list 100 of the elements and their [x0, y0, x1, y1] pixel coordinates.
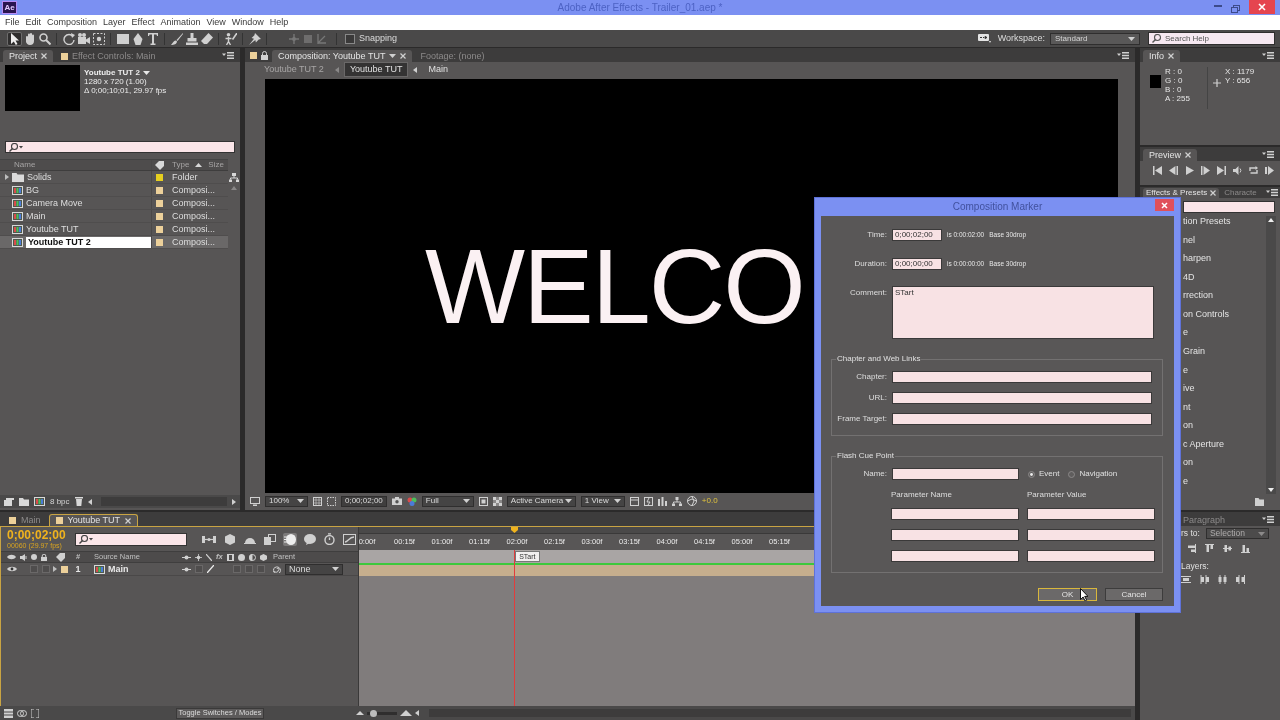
tool-button[interactable] [223, 31, 238, 46]
switch-box-icon[interactable] [245, 565, 253, 573]
panel-menu-icon[interactable] [222, 51, 234, 59]
timeline-switch-button[interactable] [342, 532, 357, 546]
timeline-switch-button[interactable] [263, 532, 277, 546]
keyboard-icon[interactable] [977, 34, 991, 43]
align-bottom-icon[interactable] [1241, 544, 1250, 553]
panel-menu-icon[interactable] [1266, 189, 1278, 196]
window-icon[interactable] [629, 496, 639, 506]
effect-category[interactable]: Grain [1183, 346, 1205, 356]
panel-tab[interactable]: Footage: (none) [414, 50, 491, 62]
close-icon[interactable] [1210, 190, 1217, 196]
breadcrumb[interactable]: Main [422, 62, 454, 77]
effect-category[interactable]: 4D [1183, 272, 1195, 282]
distribute-right-icon[interactable] [1236, 574, 1245, 584]
project-item[interactable]: BG Composi... [0, 184, 228, 197]
layer-row[interactable]: 1 Main None [1, 563, 358, 576]
timeline-switch-button[interactable] [201, 533, 217, 545]
breadcrumb[interactable]: Youtube TUT [343, 62, 409, 77]
search-field[interactable] [1183, 201, 1275, 213]
menu-item[interactable]: Edit [25, 18, 42, 27]
scroll-left-icon[interactable] [87, 498, 92, 505]
distribute-left-icon[interactable] [1200, 574, 1209, 584]
distribute-hcenter-icon[interactable] [1218, 574, 1227, 584]
column-header[interactable]: Size [208, 161, 224, 169]
tag-icon[interactable] [55, 552, 65, 562]
workspace-dropdown[interactable]: Standard [1050, 32, 1140, 45]
radio-icon[interactable] [1068, 470, 1076, 478]
radio-button[interactable]: Event [1028, 470, 1060, 478]
effect-category[interactable]: c Aperture [1183, 439, 1225, 449]
effect-category[interactable]: e [1183, 328, 1188, 338]
bar-play-icon[interactable] [1265, 166, 1274, 175]
panel-tab[interactable]: Effect Controls: Main [55, 50, 162, 62]
switch-box-icon[interactable] [233, 565, 241, 573]
play-icon[interactable] [1185, 166, 1194, 175]
overlapping-circles-icon[interactable] [17, 708, 27, 718]
panel-tab[interactable]: Effects & Presets [1143, 188, 1220, 198]
tool-button[interactable] [61, 31, 76, 46]
resolution-dropdown[interactable]: Full [421, 495, 474, 507]
column-header[interactable]: Name [14, 161, 36, 169]
panel-tab[interactable]: Preview [1143, 149, 1197, 161]
close-icon[interactable] [125, 517, 132, 524]
panel-tab[interactable]: Composition: Youtube TUT [272, 50, 413, 62]
menu-item[interactable]: Composition [47, 18, 98, 27]
hierarchy-icon[interactable] [671, 496, 682, 506]
skip-to-end-icon[interactable] [1217, 166, 1226, 175]
close-icon[interactable] [400, 53, 407, 59]
lock-icon[interactable] [41, 553, 47, 561]
exposure-value[interactable]: +0.0 [701, 497, 718, 505]
snapping-checkbox[interactable]: Snapping [345, 33, 398, 44]
panel-menu-icon[interactable] [1117, 51, 1129, 59]
effect-category[interactable]: on Controls [1183, 309, 1230, 319]
radio-button[interactable]: Navigation [1068, 470, 1118, 478]
align-top-icon[interactable] [1205, 544, 1214, 553]
close-button[interactable] [1249, 0, 1275, 14]
line-dot-icon[interactable] [182, 566, 191, 572]
scroll-right-icon[interactable] [232, 498, 236, 505]
input-field[interactable] [891, 550, 1019, 562]
large-mountain-icon[interactable] [400, 710, 412, 716]
close-icon[interactable] [41, 53, 47, 59]
camera-icon[interactable] [391, 497, 402, 505]
view-layout-dropdown[interactable]: 1 View [580, 495, 625, 507]
loop-icon[interactable] [1249, 166, 1258, 175]
input-field[interactable] [1027, 529, 1155, 541]
close-button[interactable] [1155, 199, 1174, 211]
list-icon[interactable] [4, 708, 13, 718]
input-field[interactable] [892, 392, 1152, 404]
panel-menu-icon[interactable] [1262, 51, 1274, 59]
menu-item[interactable]: Help [269, 18, 289, 27]
input-field[interactable] [892, 468, 1019, 480]
close-icon[interactable] [1185, 152, 1191, 158]
dialog-button[interactable]: Cancel [1105, 588, 1163, 601]
project-item[interactable]: Youtube TUT 2 Composi... [0, 236, 228, 249]
menu-item[interactable]: Animation [160, 18, 201, 27]
tool-button[interactable] [115, 31, 130, 46]
nested-square-icon[interactable] [478, 496, 488, 506]
label-color-icon[interactable] [60, 565, 68, 573]
magnification-dropdown[interactable]: 100% [265, 495, 308, 507]
menu-item[interactable]: Layer [103, 18, 126, 27]
slider-thumb[interactable] [370, 709, 377, 717]
panel-tab[interactable]: Project [3, 50, 53, 62]
effect-category[interactable]: nt [1183, 402, 1191, 412]
tool-button[interactable] [76, 31, 91, 46]
folder-icon[interactable] [1255, 498, 1264, 506]
skip-to-start-icon[interactable] [1153, 166, 1162, 175]
tool-button[interactable] [184, 31, 199, 46]
folder-icon[interactable] [19, 497, 29, 506]
input-field[interactable] [892, 413, 1152, 425]
timeline-switch-button[interactable] [283, 532, 297, 546]
effect-category[interactable]: nel [1183, 235, 1195, 245]
current-time[interactable]: 0;00;02;00 [7, 529, 66, 541]
input-field[interactable] [891, 529, 1019, 541]
radio-icon[interactable] [1028, 470, 1035, 478]
parent-dropdown[interactable]: None [285, 563, 343, 575]
effect-category[interactable]: rrection [1183, 291, 1213, 301]
align-middle-icon[interactable] [1223, 544, 1232, 553]
project-item[interactable]: Main Composi... [0, 210, 228, 223]
trash-icon[interactable] [74, 497, 83, 506]
tool-button[interactable] [145, 31, 160, 46]
brackets-icon[interactable] [31, 708, 39, 718]
